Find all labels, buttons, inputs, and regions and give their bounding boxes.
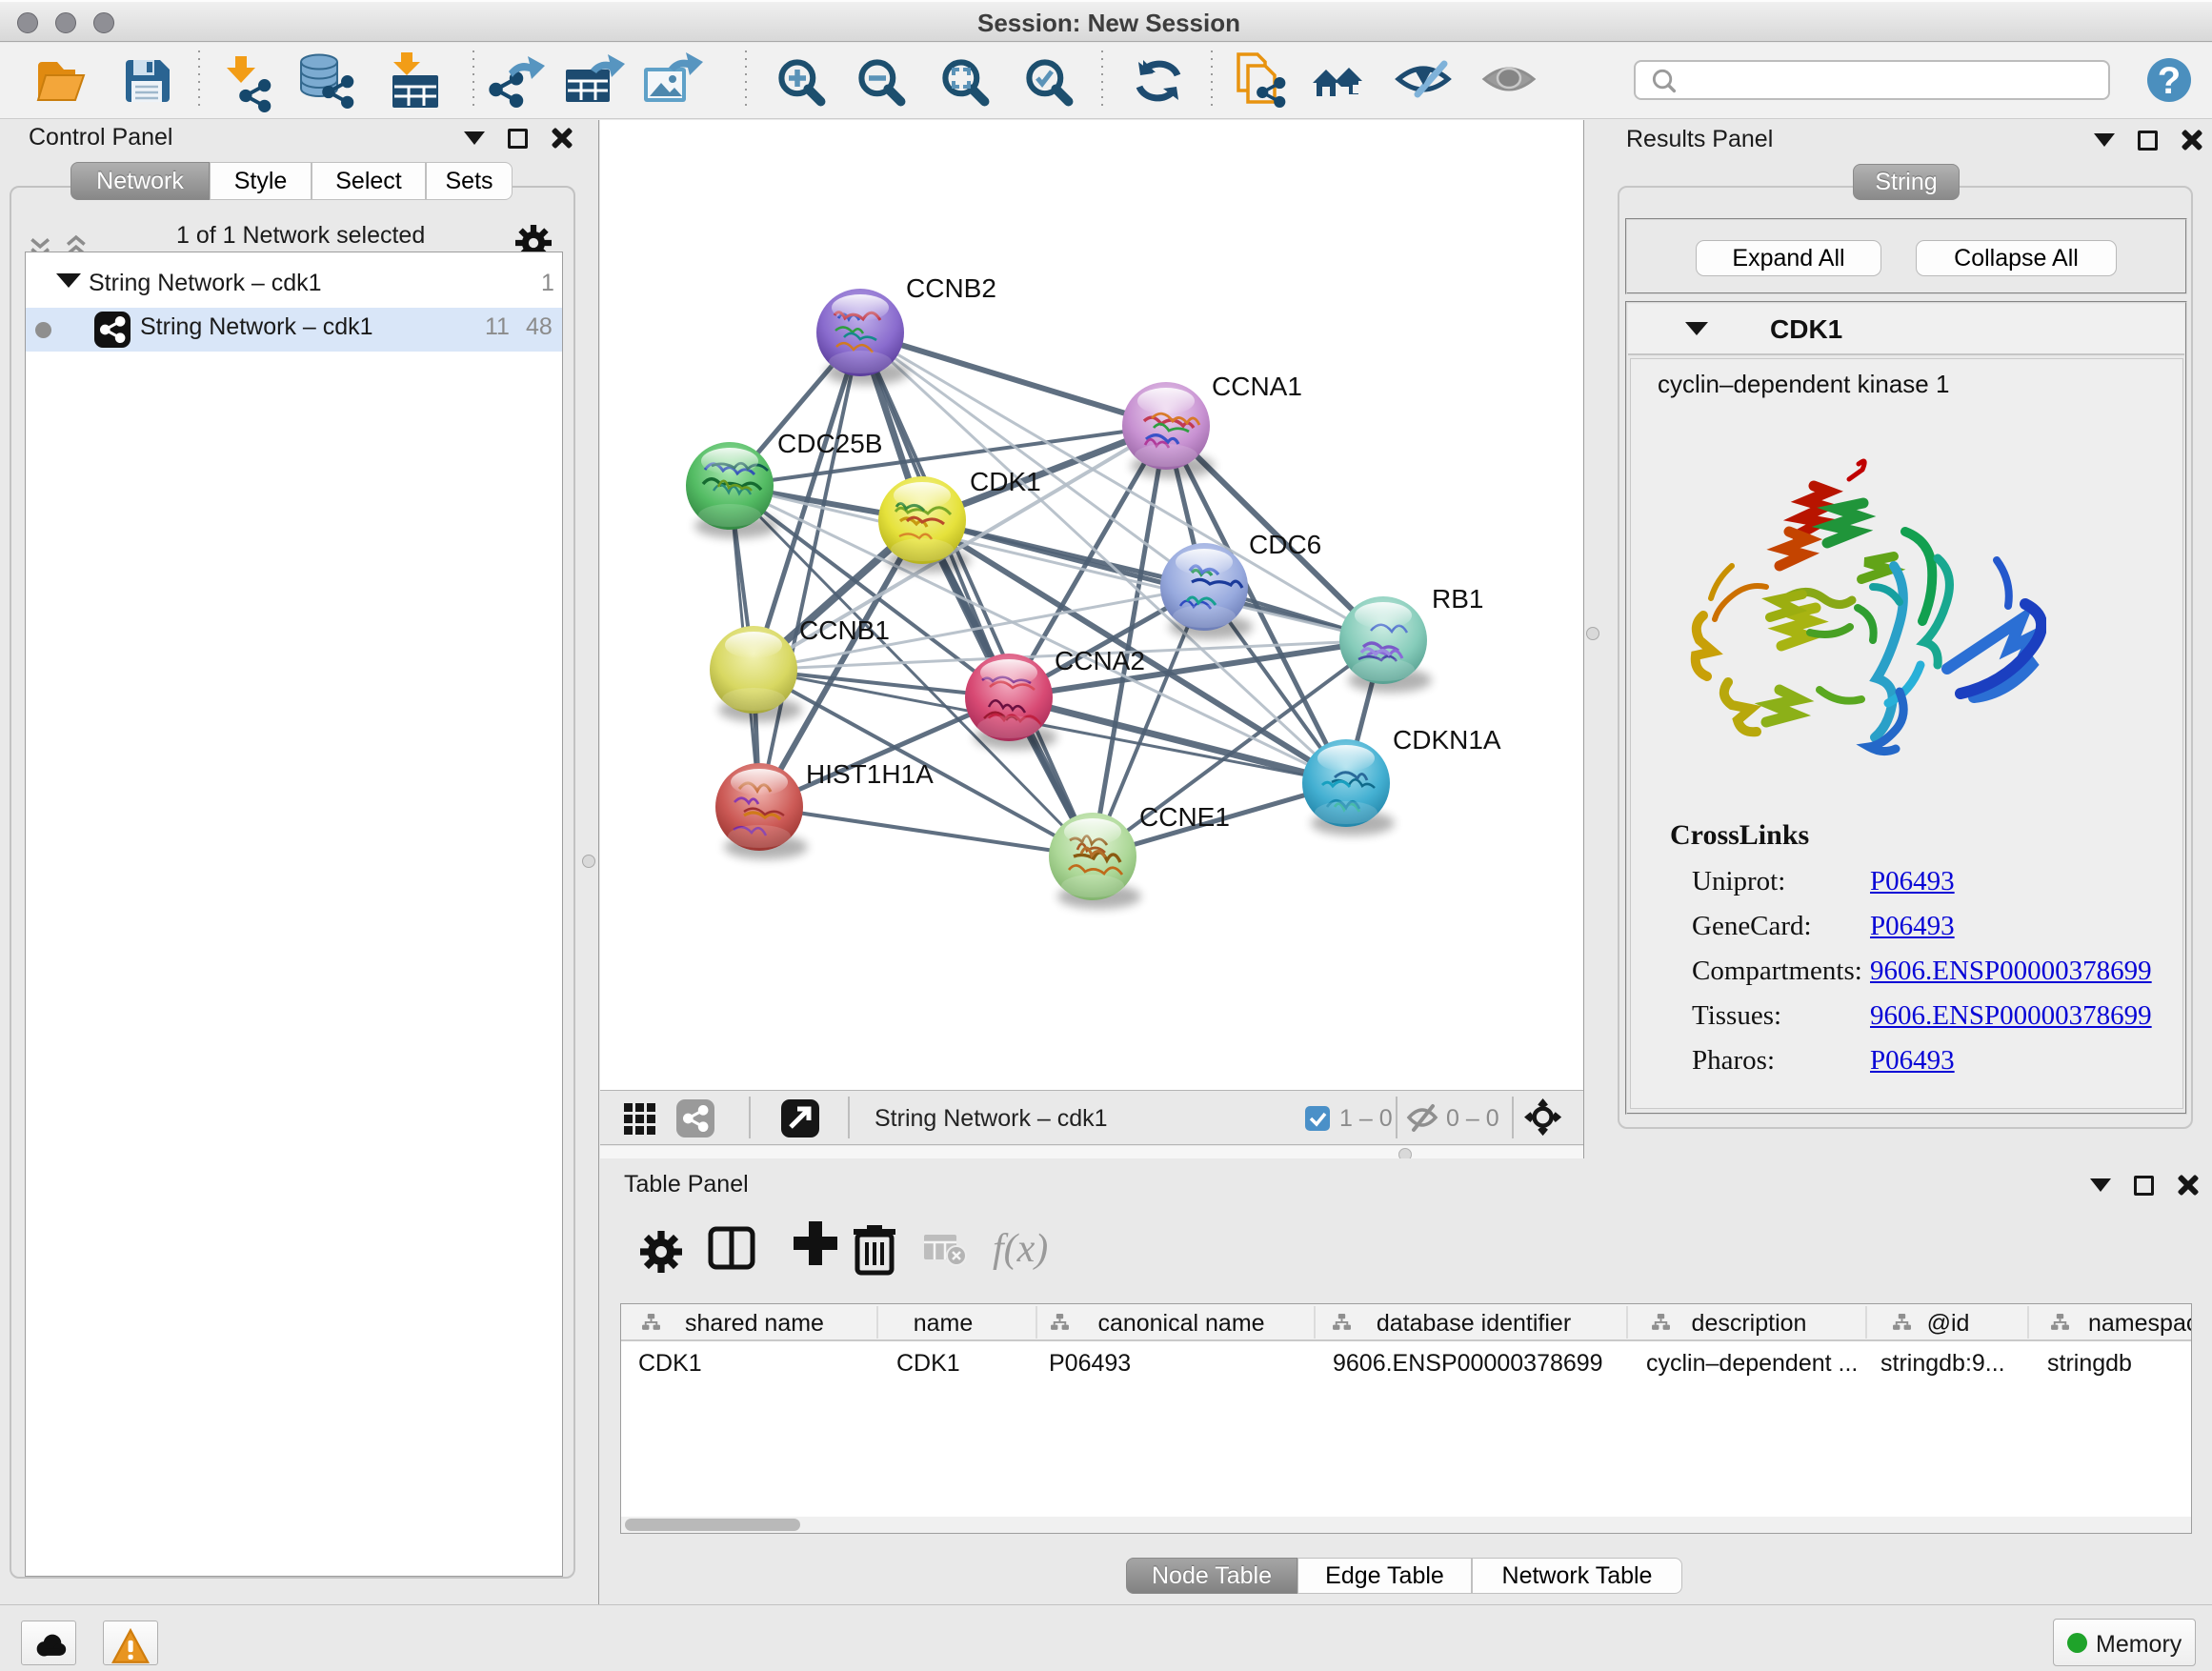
svg-text:CCNE1: CCNE1 bbox=[1139, 802, 1230, 832]
svg-text:database identifier: database identifier bbox=[1377, 1310, 1571, 1337]
svg-text:CDKN1A: CDKN1A bbox=[1393, 725, 1501, 755]
svg-text:CCNB2: CCNB2 bbox=[906, 273, 996, 303]
svg-text:canonical name: canonical name bbox=[1097, 1310, 1264, 1337]
svg-text:P06493: P06493 bbox=[1049, 1350, 1131, 1377]
svg-text:CCNA1: CCNA1 bbox=[1212, 372, 1302, 401]
svg-text:@id: @id bbox=[1927, 1310, 1970, 1337]
svg-text:1 – 0: 1 – 0 bbox=[1339, 1105, 1393, 1132]
svg-text:f(x): f(x) bbox=[993, 1227, 1048, 1271]
svg-text:CDK1: CDK1 bbox=[970, 467, 1041, 496]
svg-text:shared name: shared name bbox=[685, 1310, 824, 1337]
svg-text:CDC6: CDC6 bbox=[1249, 530, 1321, 559]
svg-text:CDK1: CDK1 bbox=[896, 1350, 960, 1377]
svg-text:stringdb: stringdb bbox=[2047, 1350, 2132, 1377]
svg-text:stringdb:9...: stringdb:9... bbox=[1880, 1350, 2005, 1377]
svg-text:RB1: RB1 bbox=[1432, 584, 1483, 614]
svg-text:0 – 0: 0 – 0 bbox=[1446, 1105, 1499, 1132]
svg-text:CDC25B: CDC25B bbox=[777, 429, 882, 458]
svg-text:String Network – cdk1: String Network – cdk1 bbox=[875, 1105, 1108, 1132]
svg-text:?: ? bbox=[2158, 60, 2181, 102]
svg-text:description: description bbox=[1692, 1310, 1807, 1337]
svg-text:name: name bbox=[914, 1310, 974, 1337]
svg-text:cyclin–dependent ...: cyclin–dependent ... bbox=[1646, 1350, 1858, 1377]
svg-text:HIST1H1A: HIST1H1A bbox=[806, 759, 934, 789]
svg-text:namespace: namespace bbox=[2088, 1310, 2191, 1337]
svg-text:CCNB1: CCNB1 bbox=[799, 615, 890, 645]
svg-text:CDK1: CDK1 bbox=[638, 1350, 702, 1377]
svg-text:9606.ENSP00000378699: 9606.ENSP00000378699 bbox=[1333, 1350, 1603, 1377]
svg-text:CCNA2: CCNA2 bbox=[1055, 646, 1145, 675]
